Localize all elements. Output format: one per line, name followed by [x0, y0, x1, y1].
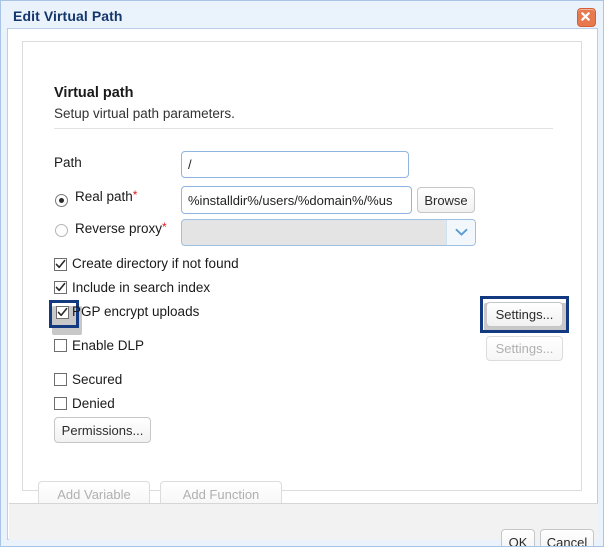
dialog-body: Virtual path Setup virtual path paramete… [7, 28, 598, 546]
real-path-label-text: Real path [75, 189, 133, 204]
permissions-button[interactable]: Permissions... [54, 417, 151, 443]
dlp-settings-button: Settings... [486, 336, 563, 361]
pgp-encrypt-uploads-checkbox[interactable] [56, 306, 69, 319]
cancel-button[interactable]: Cancel [540, 529, 594, 546]
section-subheading: Setup virtual path parameters. [54, 106, 235, 121]
create-directory-label: Create directory if not found [72, 256, 239, 271]
real-path-input[interactable] [181, 186, 412, 214]
pgp-settings-button-face[interactable]: Settings... [486, 302, 563, 327]
edit-virtual-path-dialog: Edit Virtual Path Virtual path Setup vir… [0, 0, 604, 547]
denied-checkbox[interactable] [54, 397, 67, 410]
reverse-proxy-radio[interactable] [55, 224, 68, 237]
reverse-proxy-select[interactable] [181, 219, 476, 246]
path-label: Path [54, 155, 82, 170]
section-heading: Virtual path [54, 85, 134, 101]
reverse-proxy-label: Reverse proxy* [75, 220, 167, 236]
chevron-down-icon[interactable] [446, 220, 475, 245]
real-path-required-marker: * [132, 188, 138, 202]
include-search-index-label: Include in search index [72, 280, 211, 295]
close-icon[interactable] [577, 8, 596, 27]
enable-dlp-checkbox[interactable] [54, 339, 67, 352]
enable-dlp-label: Enable DLP [72, 338, 145, 353]
dialog-titlebar: Edit Virtual Path [1, 1, 603, 31]
create-directory-checkbox[interactable] [54, 258, 67, 271]
pgp-encrypt-uploads-label: PGP encrypt uploads [72, 304, 200, 319]
reverse-proxy-label-text: Reverse proxy [75, 221, 163, 236]
secured-label: Secured [72, 372, 123, 387]
secured-checkbox[interactable] [54, 373, 67, 386]
path-input[interactable] [181, 151, 409, 178]
reverse-proxy-required-marker: * [162, 220, 167, 234]
real-path-label: Real path* [75, 188, 138, 204]
section-divider [54, 128, 553, 129]
dialog-title: Edit Virtual Path [13, 8, 123, 24]
browse-button[interactable]: Browse [417, 187, 475, 213]
ok-button[interactable]: OK [501, 529, 535, 546]
denied-label: Denied [72, 396, 115, 411]
real-path-radio[interactable] [55, 194, 68, 207]
include-search-index-checkbox[interactable] [54, 281, 67, 294]
